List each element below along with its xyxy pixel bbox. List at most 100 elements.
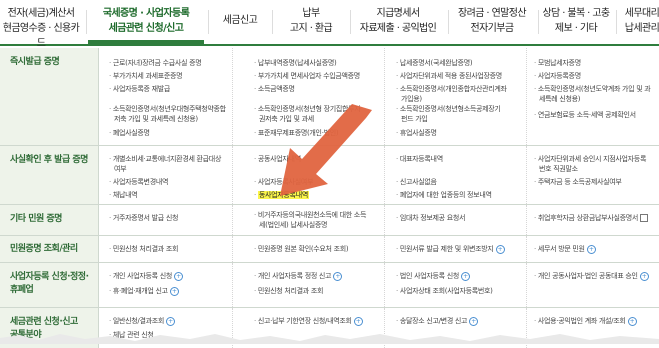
list-item[interactable]: 세무서 방문 민원+ [534, 244, 596, 254]
list-item[interactable]: 납세증명서(국세완납증명) [396, 58, 473, 68]
list-item[interactable]: 납부내역증명(납세사실증명) [254, 58, 337, 68]
highlighted-text[interactable]: 동사업자등록내역 [257, 191, 309, 199]
nav-item-statements[interactable]: 지급명세서 자료제출 · 공익법인 [352, 6, 444, 36]
list-item-continued[interactable]: 저축 가입 및 과세특례 신청용) [114, 114, 198, 124]
plus-icon[interactable]: + [495, 244, 505, 254]
list-item-label[interactable]: 송달장소 신고/변경 신고 [400, 317, 468, 325]
list-item[interactable]: 사업자단위과세 적용 종된사업장증명 [396, 71, 502, 81]
table-cell: 개인 공동사업자·법인 공동대표 승인+ [526, 263, 659, 307]
list-item[interactable]: 휴업사실증명 [396, 128, 437, 138]
nav-item-tax-filing[interactable]: 세금신고 [212, 13, 268, 28]
list-item[interactable]: 민원신청 처리결과 조회 [254, 286, 324, 296]
list-item[interactable]: 소득확인증명서(청년형소득공제장기 [396, 104, 501, 114]
plus-icon[interactable]: + [353, 316, 363, 326]
list-item[interactable]: 개인 사업자등록 신청+ [109, 271, 183, 281]
list-item[interactable]: 민원증명 원본 확인(수요처 조회) [254, 244, 349, 254]
list-item[interactable]: 사업자등록사실여부 [254, 177, 314, 187]
list-item[interactable]: 사업자단위과세 승인시 지점사업자등록 [534, 154, 647, 164]
list-item[interactable]: 주택자금 등 소득공제사실여부 [534, 177, 622, 187]
list-item[interactable]: 폐업사실증명 [109, 128, 150, 138]
list-item-continued[interactable]: 가입용) [401, 94, 422, 104]
list-item-label[interactable]: 취업후학자금 상환금납부사실증명서 [538, 214, 638, 222]
table-cell: 공동사업자내역 사업자등록사실여부 동사업자등록내역 [232, 146, 385, 204]
list-item[interactable]: 송달장소 신고/변경 신고+ [396, 316, 479, 326]
list-item-label[interactable]: 개인 공동사업자·법인 공동대표 승인 [538, 272, 638, 280]
list-item[interactable]: 사업자등록증 재발급 [109, 84, 170, 94]
list-item[interactable]: 휴·폐업·재개업 신고+ [109, 286, 179, 296]
list-item[interactable]: 부가가치세 면세사업자 수입금액증명 [254, 71, 360, 81]
row-title: 사실확인 후 발급 증명 [10, 155, 88, 165]
plus-icon[interactable]: + [469, 316, 479, 326]
nav-item-consulting[interactable]: 상담 · 불복 · 고충 제보 · 기타 [540, 6, 612, 36]
plus-icon[interactable]: + [639, 271, 649, 281]
list-item-label[interactable]: 민원서류 발급 제한 및 위변조방지 [400, 245, 494, 253]
external-link-icon[interactable] [640, 214, 649, 222]
list-item[interactable]: 공동사업자내역 [254, 154, 301, 164]
plus-icon[interactable]: + [460, 271, 470, 281]
list-item-label[interactable]: 사업용·공익법인 계좌 개설/조회 [538, 317, 626, 325]
plus-icon[interactable]: + [169, 286, 179, 296]
table-cell: 개인 사업자등록 정정 신고+ 민원신청 처리결과 조회 [232, 263, 385, 307]
list-item-highlighted[interactable]: 동사업자등록내역 [254, 190, 309, 200]
list-item[interactable]: 폐업자에 대한 업종등의 정보내역 [396, 190, 492, 200]
list-item-label[interactable]: 세무서 방문 민원 [538, 245, 585, 253]
list-item-label[interactable]: 법인 사업자등록 신청 [400, 272, 459, 280]
plus-icon[interactable]: + [166, 316, 176, 326]
list-item[interactable]: 임대차 정보제공 요청서 [396, 213, 466, 223]
list-item[interactable]: 소득확인증명서(청년형 장기집합투자 [254, 104, 361, 114]
list-item[interactable]: 사업자등록변경내역 [109, 177, 169, 187]
list-item[interactable]: 소득확인증명서(개인종합자산관리계좌 [396, 84, 507, 94]
list-item[interactable]: 취업후학자금 상환금납부사실증명서 [534, 213, 649, 223]
nav-item-tax-agent[interactable]: 세무대리 납세관리 [618, 6, 659, 36]
list-item[interactable]: 모범납세자증명 [534, 58, 581, 68]
list-item-label[interactable]: 일반신청/결과조회 [113, 317, 164, 325]
list-item[interactable]: 소득확인증명서(청년우대형주택청약종합 [109, 104, 226, 114]
list-item[interactable]: 법인 사업자등록 신청+ [396, 271, 470, 281]
list-item[interactable]: 소득확인증명서(청년도약계좌 가입 및 과 [534, 84, 651, 94]
list-item-label[interactable]: 개인 사업자등록 정정 신고 [258, 272, 332, 280]
plus-icon[interactable]: + [333, 271, 343, 281]
list-item-continued[interactable]: 세특례 신청용) [539, 94, 581, 104]
list-item[interactable]: 사업자등록증명 [534, 71, 581, 81]
list-item[interactable]: 채납내역 [109, 190, 138, 200]
table-row: 민원증명 조회/관리 민원신청 처리결과 조회 민원증명 원본 확인(수요처 조… [0, 236, 659, 263]
list-item[interactable]: 근로(자녀)장려금 수급사실 증명 [109, 58, 202, 68]
table-cell: 세무서 방문 민원+ [526, 236, 659, 262]
nav-item-payment[interactable]: 납부 고지 · 환급 [276, 6, 346, 36]
top-navigation: 전자(세금)계산서 현금영수증 · 신용카드 국세증명 · 사업자등록 세금관련… [0, 0, 659, 49]
table-cell: 개별소비세·교통에너지환경세 환급대상 여부 사업자등록변경내역 채납내역 [99, 146, 233, 204]
list-item-continued[interactable]: 여부 [114, 164, 127, 174]
plus-icon[interactable]: + [627, 316, 637, 326]
plus-icon[interactable]: + [173, 271, 183, 281]
row-title: 즉시발급 증명 [10, 57, 60, 67]
list-item[interactable]: 연금보험료등 소득·세액 공제확인서 [534, 110, 636, 120]
list-item-continued[interactable]: 세(법인세) 납세사실증명 [259, 220, 327, 230]
list-item[interactable]: 개인 공동사업자·법인 공동대표 승인+ [534, 271, 649, 281]
list-item[interactable]: 비거주자등의국내원천소득에 대한 소득 [254, 210, 367, 220]
table-cell: 민원신청 처리결과 조회 [99, 236, 233, 262]
list-item-label[interactable]: 개인 사업자등록 신청 [113, 272, 172, 280]
list-item-continued[interactable]: 펀드 가입 [401, 114, 428, 124]
list-item[interactable]: 신고사실없음 [396, 177, 437, 187]
list-item[interactable]: 민원서류 발급 제한 및 위변조방지+ [396, 244, 505, 254]
list-item[interactable]: 개별소비세·교통에너지환경세 환급대상 [109, 154, 222, 164]
list-item-label[interactable]: 신고·납부 기한연장 신청/내역조회 [258, 317, 352, 325]
nav-item-certificates[interactable]: 국세증명 · 사업자등록 세금관련 신청/신고 [88, 6, 204, 36]
list-item[interactable]: 사업용·공익법인 계좌 개설/조회+ [534, 316, 637, 326]
list-item-continued[interactable]: 권저축 가입 및 과세 [259, 114, 314, 124]
list-item[interactable]: 소득금액증명 [254, 84, 295, 94]
list-item[interactable]: 일반신청/결과조회+ [109, 316, 176, 326]
list-item[interactable]: 표준재무제표증명(개인·법인) [254, 128, 339, 138]
list-item[interactable]: 신고·납부 기한연장 신청/내역조회+ [254, 316, 363, 326]
plus-icon[interactable]: + [586, 244, 596, 254]
list-item[interactable]: 대표자등록내역 [396, 154, 443, 164]
list-item[interactable]: 개인 사업자등록 정정 신고+ [254, 271, 343, 281]
list-item[interactable]: 부가가치세 과세표준증명 [109, 71, 183, 81]
list-item-continued[interactable]: 번호 직권말소 [539, 164, 578, 174]
nav-item-e-invoice[interactable]: 전자(세금)계산서 현금영수증 · 신용카드 [0, 6, 82, 51]
list-item[interactable]: 민원신청 처리결과 조회 [109, 244, 179, 254]
list-item[interactable]: 사업자상태 조회(사업자등록번호) [396, 286, 493, 296]
list-item[interactable]: 거주자증명서 발급 신청 [109, 213, 179, 223]
nav-item-incentives[interactable]: 장려금 · 연말정산 전자기부금 [450, 6, 534, 36]
list-item-label[interactable]: 휴·폐업·재개업 신고 [113, 287, 168, 295]
